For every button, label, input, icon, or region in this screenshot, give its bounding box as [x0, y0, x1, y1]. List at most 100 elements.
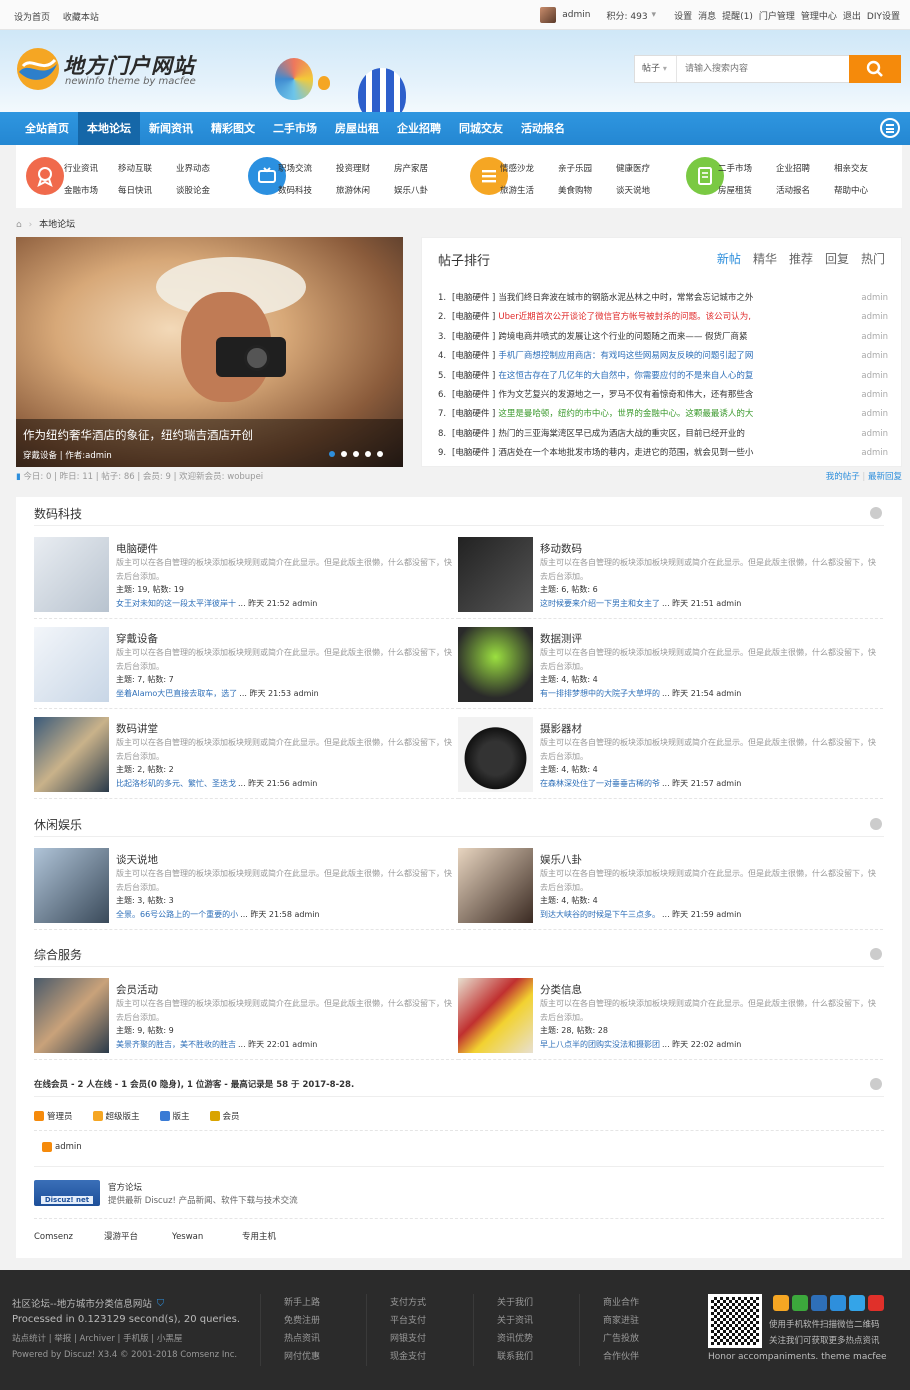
admin-center-link[interactable]: 管理中心 — [801, 9, 837, 22]
username-link[interactable]: admin — [562, 10, 590, 20]
nav-item-2[interactable]: 新闻资讯 — [140, 112, 202, 145]
footer-link[interactable]: 免费注册 — [284, 1312, 320, 1330]
friend-link[interactable]: Comsenz — [34, 1232, 104, 1242]
renren-icon[interactable] — [811, 1295, 827, 1311]
forum-name[interactable]: 数据测评 — [540, 631, 582, 646]
footer-link[interactable]: 新手上路 — [284, 1294, 320, 1312]
footer-link[interactable]: 广告投放 — [603, 1330, 639, 1348]
post-category[interactable]: [电脑硬件 ] — [452, 390, 495, 400]
category-link[interactable]: 数码科技 — [278, 184, 312, 196]
category-link[interactable]: 帮助中心 — [834, 184, 868, 196]
last-post-link[interactable]: 早上八点半的团购实没法和摄影团 — [540, 1040, 660, 1049]
douban-icon[interactable] — [792, 1295, 808, 1311]
image-carousel[interactable]: 作为纽约奢华酒店的象征，纽约瑞吉酒店开创 穿戴设备 | 作者:admin — [16, 237, 403, 467]
category-link[interactable]: 活动报名 — [776, 184, 810, 196]
forum-image[interactable] — [458, 848, 533, 923]
forum-name[interactable]: 会员活动 — [116, 982, 158, 997]
list-item[interactable]: 6. [电脑硬件 ] 作为文艺复兴的发源地之一，罗马不仅有着惊奇和伟大，还有那些含 a… — [438, 386, 888, 405]
post-category[interactable]: [电脑硬件 ] — [452, 409, 495, 419]
post-author[interactable]: admin — [861, 386, 888, 405]
category-link[interactable]: 旅游休闲 — [336, 184, 370, 196]
forum-image[interactable] — [458, 717, 533, 792]
nav-item-6[interactable]: 企业招聘 — [388, 112, 450, 145]
logout-link[interactable]: 退出 — [843, 9, 861, 22]
forum-name[interactable]: 摄影器材 — [540, 721, 582, 736]
tab-3[interactable]: 回复 — [825, 250, 849, 267]
notifications-link[interactable]: 提醒(1) — [722, 9, 753, 22]
footer-link[interactable]: 热点资讯 — [284, 1330, 320, 1348]
post-title-link[interactable]: 在这恒古存在了几亿年的大自然中，你需要应付的不是来自人心的复 — [498, 371, 753, 381]
forum-name[interactable]: 谈天说地 — [116, 852, 158, 867]
weibo-icon[interactable] — [868, 1295, 884, 1311]
carousel-dot[interactable] — [353, 451, 359, 457]
category-link[interactable]: 美食购物 — [558, 184, 592, 196]
nav-item-4[interactable]: 二手市场 — [264, 112, 326, 145]
forum-name[interactable]: 移动数码 — [540, 541, 582, 556]
post-category[interactable]: [电脑硬件 ] — [452, 448, 495, 458]
online-user[interactable]: admin — [42, 1142, 82, 1152]
portal-admin-link[interactable]: 门户管理 — [759, 9, 795, 22]
home-icon[interactable]: ⌂ — [16, 220, 22, 230]
category-link[interactable]: 健康医疗 — [616, 162, 650, 174]
forum-image[interactable] — [34, 848, 109, 923]
search-scope-select[interactable]: 帖子 ▾ — [635, 56, 677, 82]
category-link[interactable]: 二手市场 — [718, 162, 752, 174]
collapse-icon[interactable] — [870, 818, 882, 830]
star-icon[interactable] — [830, 1295, 846, 1311]
footer-link[interactable]: 平台支付 — [390, 1312, 426, 1330]
messages-link[interactable]: 消息 — [698, 9, 716, 22]
forum-image[interactable] — [34, 627, 109, 702]
footer-link[interactable]: 联系我们 — [497, 1348, 533, 1366]
post-title-link[interactable]: 酒店处在一个本地批发市场的巷内，走进它的范围，就会见到一些小 — [498, 448, 753, 458]
footer-link[interactable]: 网付优惠 — [284, 1348, 320, 1366]
category-link[interactable]: 相亲交友 — [834, 162, 868, 174]
nav-item-1[interactable]: 本地论坛 — [78, 112, 140, 145]
post-category[interactable]: [电脑硬件 ] — [452, 371, 495, 381]
post-author[interactable]: admin — [861, 405, 888, 424]
post-title-link[interactable]: 热门的三亚海棠湾区早已成为酒店大战的重灾区，目前已经开业的 — [498, 429, 745, 439]
category-link[interactable]: 金融市场 — [64, 184, 98, 196]
post-author[interactable]: admin — [861, 289, 888, 308]
list-item[interactable]: 3. [电脑硬件 ] 跨境电商井喷式的发展让这个行业的问题随之而来—— 假货厂商紧 a… — [438, 328, 888, 347]
last-post-link[interactable]: 女王对未知的这一段太平洋彼岸十 — [116, 599, 236, 608]
forum-name[interactable]: 电脑硬件 — [116, 541, 158, 556]
bookmark-link[interactable]: 收藏本站 — [63, 13, 99, 23]
post-author[interactable]: admin — [861, 367, 888, 386]
friend-link[interactable]: 漫游平台 — [104, 1230, 172, 1242]
tab-2[interactable]: 推荐 — [789, 250, 813, 267]
category-link[interactable]: 娱乐八卦 — [394, 184, 428, 196]
category-link[interactable]: 房产家居 — [394, 162, 428, 174]
post-author[interactable]: admin — [861, 328, 888, 347]
last-post-link[interactable]: 有一排排梦想中的大院子大草坪的 — [540, 689, 660, 698]
post-title-link[interactable]: 这里是曼哈顿，纽约的市中心，世界的金融中心。这颗最最诱人的大 — [498, 409, 753, 419]
footer-link[interactable]: 支付方式 — [390, 1294, 426, 1312]
settings-link[interactable]: 设置 — [674, 9, 692, 22]
breadcrumb-current[interactable]: 本地论坛 — [39, 220, 75, 230]
post-author[interactable]: admin — [861, 425, 888, 444]
footer-link[interactable]: 网银支付 — [390, 1330, 426, 1348]
friend-link[interactable]: 专用主机 — [242, 1230, 312, 1242]
last-post-link[interactable]: 在森林深处住了一对垂垂古稀的爷 — [540, 779, 660, 788]
category-link[interactable]: 旅游生活 — [500, 184, 534, 196]
list-item[interactable]: 8. [电脑硬件 ] 热门的三亚海棠湾区早已成为酒店大战的重灾区，目前已经开业的 ad… — [438, 425, 888, 444]
nav-item-0[interactable]: 全站首页 — [16, 112, 78, 145]
category-link[interactable]: 亲子乐园 — [558, 162, 592, 174]
search-button[interactable] — [849, 55, 901, 83]
last-post-link[interactable]: 这时候要来介绍一下男主和女主了 — [540, 599, 660, 608]
footer-link[interactable]: 合作伙伴 — [603, 1348, 639, 1366]
footer-link[interactable]: 资讯优势 — [497, 1330, 533, 1348]
diy-settings-link[interactable]: DIY设置 — [867, 9, 900, 22]
forum-name[interactable]: 数码讲堂 — [116, 721, 158, 736]
category-link[interactable]: 行业资讯 — [64, 162, 98, 174]
category-link[interactable]: 投资理财 — [336, 162, 370, 174]
list-item[interactable]: 2. [电脑硬件 ] Uber近期首次公开谈论了微信官方帐号被封杀的问题。该公司认为… — [438, 308, 888, 327]
post-title-link[interactable]: 跨境电商井喷式的发展让这个行业的问题随之而来—— 假货厂商紧 — [498, 332, 747, 342]
forum-image[interactable] — [458, 978, 533, 1053]
post-author[interactable]: admin — [861, 308, 888, 327]
category-link[interactable]: 情感沙龙 — [500, 162, 534, 174]
rss-icon[interactable] — [773, 1295, 789, 1311]
footer-site-name[interactable]: 社区论坛--地方城市分类信息网站 — [12, 1296, 152, 1310]
forum-image[interactable] — [458, 537, 533, 612]
board-title[interactable]: 数码科技 — [34, 505, 82, 522]
footer-links[interactable]: 站点统计 | 举报 | Archiver | 手机版 | 小黑屋 — [12, 1332, 182, 1344]
